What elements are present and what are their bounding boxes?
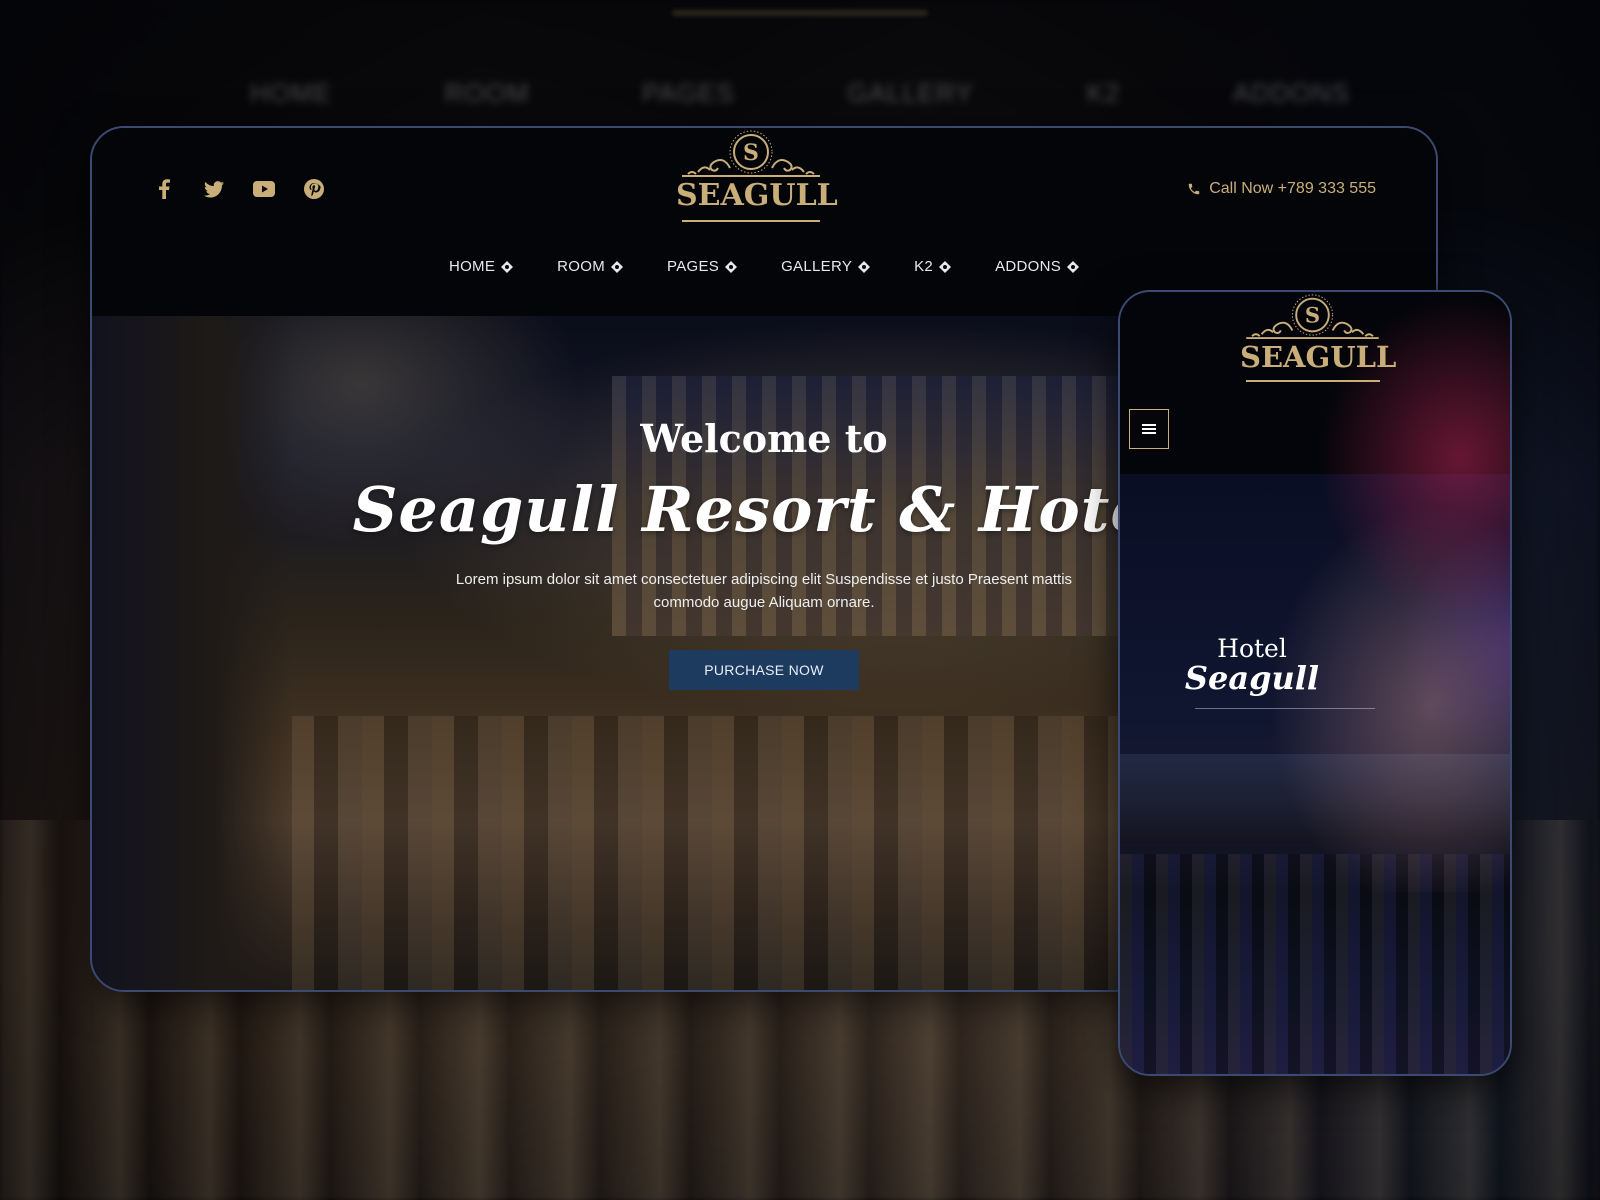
bg-nav-item: ROOM: [444, 78, 530, 108]
call-now-text: Call Now +789 333 555: [1209, 180, 1376, 197]
dropdown-diamond-icon: [858, 260, 871, 273]
pinterest-icon[interactable]: [300, 178, 328, 200]
logo-underline: [1246, 380, 1380, 382]
mobile-site-logo[interactable]: S SEAGULL: [1240, 292, 1397, 384]
dropdown-diamond-icon: [611, 260, 624, 273]
nav-item-home[interactable]: HOME: [448, 258, 514, 275]
site-logo[interactable]: S SEAGULL: [676, 128, 838, 226]
dropdown-diamond-icon: [725, 260, 738, 273]
background-blurred-nav: HOME ROOM PAGES GALLERY K2 ADDONS: [250, 78, 1350, 109]
nav-label: ROOM: [557, 258, 606, 275]
dropdown-diamond-icon: [1067, 260, 1080, 273]
nav-item-addons[interactable]: ADDONS: [995, 258, 1080, 275]
hamburger-menu-button[interactable]: [1129, 409, 1169, 449]
logo-crest-icon: S: [682, 130, 820, 177]
nav-item-k2[interactable]: K2: [914, 258, 952, 275]
dropdown-diamond-icon: [939, 260, 952, 273]
nav-label: ADDONS: [995, 258, 1062, 275]
hero-description: Lorem ipsum dolor sit amet consectetuer …: [455, 571, 1073, 611]
nav-item-pages[interactable]: PAGES: [667, 258, 738, 275]
main-nav: HOME ROOM PAGES GALLERY K2 ADDONS: [92, 258, 1436, 275]
nav-label: K2: [914, 258, 934, 275]
purchase-now-button[interactable]: PURCHASE NOW: [669, 650, 859, 690]
bg-nav-item: PAGES: [642, 78, 735, 108]
nav-label: HOME: [448, 258, 496, 275]
background-blurred-bar: [672, 10, 928, 16]
logo-crest-icon: S: [1246, 294, 1379, 340]
twitter-icon[interactable]: [200, 178, 228, 200]
logo-underline: [682, 220, 820, 222]
social-links: [150, 178, 328, 200]
bg-nav-item: K2: [1086, 78, 1121, 108]
mobile-hero-title: Hotel Seagull: [1172, 634, 1332, 697]
logo-text: SEAGULL: [1240, 340, 1397, 374]
logo-text: SEAGULL: [676, 178, 838, 213]
bg-nav-item: HOME: [250, 78, 332, 108]
facebook-icon[interactable]: [150, 178, 178, 200]
dropdown-diamond-icon: [501, 260, 514, 273]
nav-item-gallery[interactable]: GALLERY: [781, 258, 871, 275]
hamburger-menu-icon: [1142, 424, 1156, 434]
call-now-link[interactable]: Call Now +789 333 555: [1187, 180, 1376, 198]
nav-label: GALLERY: [781, 258, 853, 275]
mobile-hero-divider: [1195, 708, 1375, 709]
bg-nav-item: ADDONS: [1232, 78, 1350, 108]
svg-text:S: S: [743, 140, 759, 166]
bg-nav-item: GALLERY: [847, 78, 974, 108]
nav-label: PAGES: [667, 258, 720, 275]
youtube-icon[interactable]: [250, 178, 278, 200]
svg-text:S: S: [1305, 303, 1320, 328]
mobile-preview: S SEAGULL Hotel Seagull: [1118, 290, 1512, 1076]
phone-icon: [1188, 183, 1200, 195]
nav-item-room[interactable]: ROOM: [557, 258, 624, 275]
mobile-hero-line2: Seagull: [1184, 659, 1320, 697]
